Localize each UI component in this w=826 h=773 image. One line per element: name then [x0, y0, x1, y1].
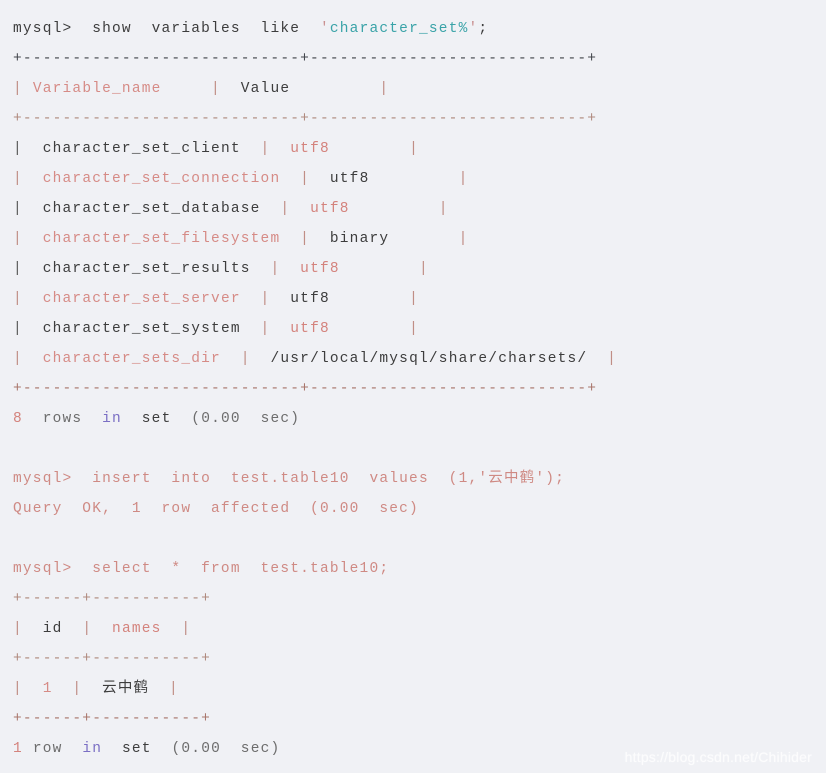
string-literal: character_set% — [329, 21, 469, 37]
cell-value: utf8 — [300, 261, 340, 277]
status-set-word: set — [121, 741, 152, 757]
header-cell-value: Value — [240, 81, 291, 97]
table-row: | character_set_database | utf8 | — [13, 201, 449, 217]
cell-value: /usr/local/mysql/share/charsets/ — [270, 351, 588, 367]
string-quote-open: ' — [319, 21, 330, 37]
select-table-rule-top: +------+-----------+ — [13, 591, 212, 607]
table-header-row: | Variable_name | Value | — [13, 81, 390, 97]
status-set-word: set — [141, 411, 172, 427]
cell-names: 云中鹤 — [102, 681, 150, 697]
cell-variable-name: character_set_server — [42, 291, 241, 307]
header-cell-id: id — [42, 621, 63, 637]
command-line-show-variables: mysql> show variables like 'character_se… — [13, 14, 826, 44]
string-quote-close: ' — [468, 21, 479, 37]
cell-value: binary — [329, 231, 390, 247]
mysql-terminal-output: mysql> show variables like 'character_se… — [0, 0, 826, 773]
status-line-rows-in-set: 8 rows in set (0.00 sec) — [13, 404, 826, 434]
cell-id: 1 — [42, 681, 53, 697]
result-line-query-ok: Query OK, 1 row affected (0.00 sec) — [13, 501, 419, 517]
table-row: | character_set_server | utf8 | — [13, 291, 419, 307]
table-row: | character_set_client | utf8 | — [13, 141, 419, 157]
header-cell-variable-name: Variable_name — [32, 81, 162, 97]
status-row-count: 1 — [13, 741, 23, 757]
status-timing: (0.00 sec) — [191, 411, 301, 427]
watermark-blog-url: https://blog.csdn.net/Chihider — [624, 749, 812, 765]
cell-variable-name: character_set_filesystem — [42, 231, 281, 247]
select-table-row: | 1 | 云中鹤 | — [13, 681, 179, 697]
statement-terminator: ; — [478, 21, 489, 37]
command-line-select: mysql> select * from test.table10; — [13, 561, 390, 577]
cell-value: utf8 — [290, 321, 330, 337]
cell-variable-name: character_sets_dir — [42, 351, 221, 367]
table-row: | character_set_results | utf8 | — [13, 261, 429, 277]
cell-value: utf8 — [290, 141, 330, 157]
table-row: | character_set_connection | utf8 | — [13, 171, 469, 187]
prompt-label: mysql> — [13, 21, 73, 37]
status-in-word: in — [102, 411, 122, 427]
select-table-rule-bottom: +------+-----------+ — [13, 711, 212, 727]
cell-variable-name: character_set_results — [42, 261, 251, 277]
cell-variable-name: character_set_client — [42, 141, 241, 157]
select-table-header-row: | id | names | — [13, 621, 192, 637]
status-in-word: in — [82, 741, 103, 757]
command-line-insert: mysql> insert into test.table10 values (… — [13, 471, 566, 487]
table-row: | character_set_system | utf8 | — [13, 321, 419, 337]
cell-variable-name: character_set_connection — [42, 171, 281, 187]
table-rule-bottom: +----------------------------+----------… — [13, 381, 598, 397]
table-rule-top: +----------------------------+----------… — [13, 51, 598, 67]
status-row-count: 8 — [13, 411, 23, 427]
command-keywords: show variables like — [72, 21, 320, 37]
select-table-rule-header: +------+-----------+ — [13, 651, 212, 667]
table-rule-header: +----------------------------+----------… — [13, 111, 598, 127]
cell-variable-name: character_set_system — [42, 321, 241, 337]
cell-value: utf8 — [329, 171, 370, 187]
cell-variable-name: character_set_database — [42, 201, 261, 217]
status-row-word: row — [32, 741, 63, 757]
status-timing: (0.00 sec) — [171, 741, 281, 757]
cell-value: utf8 — [310, 201, 350, 217]
header-cell-names: names — [112, 621, 162, 637]
status-rows-word: rows — [42, 411, 83, 427]
table-row: | character_sets_dir | /usr/local/mysql/… — [13, 351, 618, 367]
cell-value: utf8 — [290, 291, 330, 307]
table-row: | character_set_filesystem | binary | — [13, 231, 469, 247]
